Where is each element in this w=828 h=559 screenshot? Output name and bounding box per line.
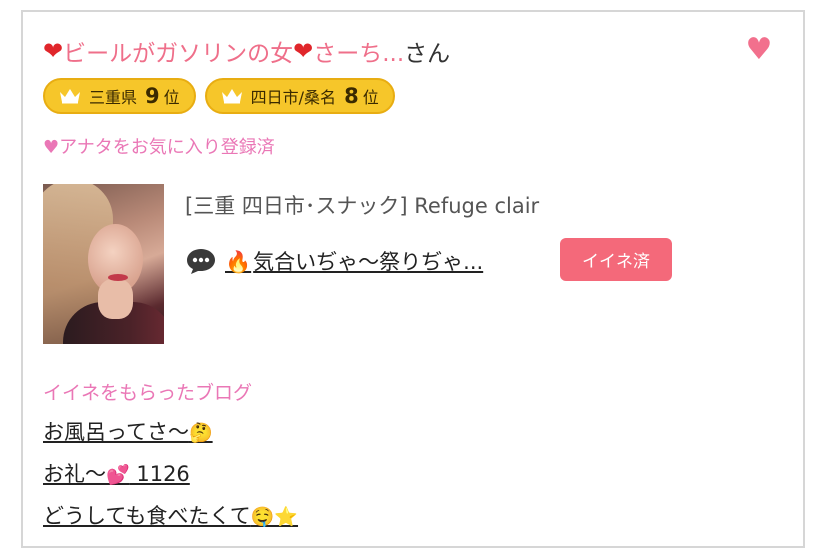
- favorite-status: ♥アナタをお気に入り登録済: [43, 137, 275, 158]
- drooling-face-icon: 🤤⭐: [250, 506, 299, 528]
- profile-name: ビールがガソリンの女: [63, 41, 294, 67]
- thinking-face-icon: 🤔: [188, 422, 213, 444]
- post-title: 気合いぢゃ〜祭りぢゃ...: [253, 250, 484, 274]
- post-title-link[interactable]: 🔥気合いぢゃ〜祭りぢゃ...: [225, 246, 483, 276]
- ranking-badges: 三重県 9 位 四日市/桑名 8 位: [43, 78, 395, 114]
- fire-icon: 🔥: [225, 250, 252, 274]
- blog-link[interactable]: お風呂ってさ〜🤔: [43, 420, 213, 444]
- profile-photo[interactable]: [43, 184, 164, 344]
- latest-post: 🔥気合いぢゃ〜祭りぢゃ...: [185, 246, 483, 276]
- crown-icon: [221, 89, 242, 104]
- badge-label: 三重県: [89, 88, 138, 107]
- liked-button[interactable]: イイネ済: [560, 238, 672, 281]
- profile-name-tail: さーち...: [313, 41, 405, 67]
- list-item: お風呂ってさ〜🤔: [43, 416, 298, 458]
- profile-card: ❤ ビールがガソリンの女 ❤ さーち... さん ♥ 三重県 9 位 四日市/桑…: [21, 10, 805, 548]
- shop-info[interactable]: [三重 四日市･スナック] Refuge clair: [185, 190, 539, 220]
- profile-name-row[interactable]: ❤ ビールがガソリンの女 ❤ さーち... さん: [43, 34, 450, 68]
- crown-icon: [60, 89, 80, 104]
- blog-link[interactable]: どうしても食べたくて🤤⭐: [43, 504, 298, 528]
- shop-category: [三重 四日市･スナック]: [185, 194, 408, 218]
- blog-link[interactable]: お礼〜💕 1126: [43, 462, 190, 486]
- red-heart-icon: ❤: [293, 37, 314, 65]
- honorific: さん: [404, 41, 451, 67]
- list-item: お礼〜💕 1126: [43, 458, 298, 500]
- ranking-badge-area[interactable]: 四日市/桑名 8 位: [204, 78, 395, 114]
- badge-label: 四日市/桑名: [250, 88, 337, 107]
- favorite-heart-icon[interactable]: ♥: [745, 35, 773, 65]
- badge-rank: 9: [145, 84, 160, 108]
- badge-rank: 8: [344, 84, 359, 108]
- list-item: どうしても食べたくて🤤⭐: [43, 500, 298, 542]
- liked-blog-list: お風呂ってさ〜🤔 お礼〜💕 1126 どうしても食べたくて🤤⭐: [43, 416, 298, 542]
- shop-name: Refuge clair: [414, 194, 540, 218]
- badge-rank-suffix: 位: [163, 88, 180, 107]
- badge-rank-suffix: 位: [362, 88, 379, 107]
- speech-bubble-icon: [187, 249, 215, 274]
- red-heart-icon: ❤: [43, 37, 64, 65]
- ranking-badge-prefecture[interactable]: 三重県 9 位: [43, 78, 196, 114]
- liked-blogs-heading: イイネをもらったブログ: [43, 382, 253, 404]
- two-hearts-icon: 💕: [106, 464, 130, 486]
